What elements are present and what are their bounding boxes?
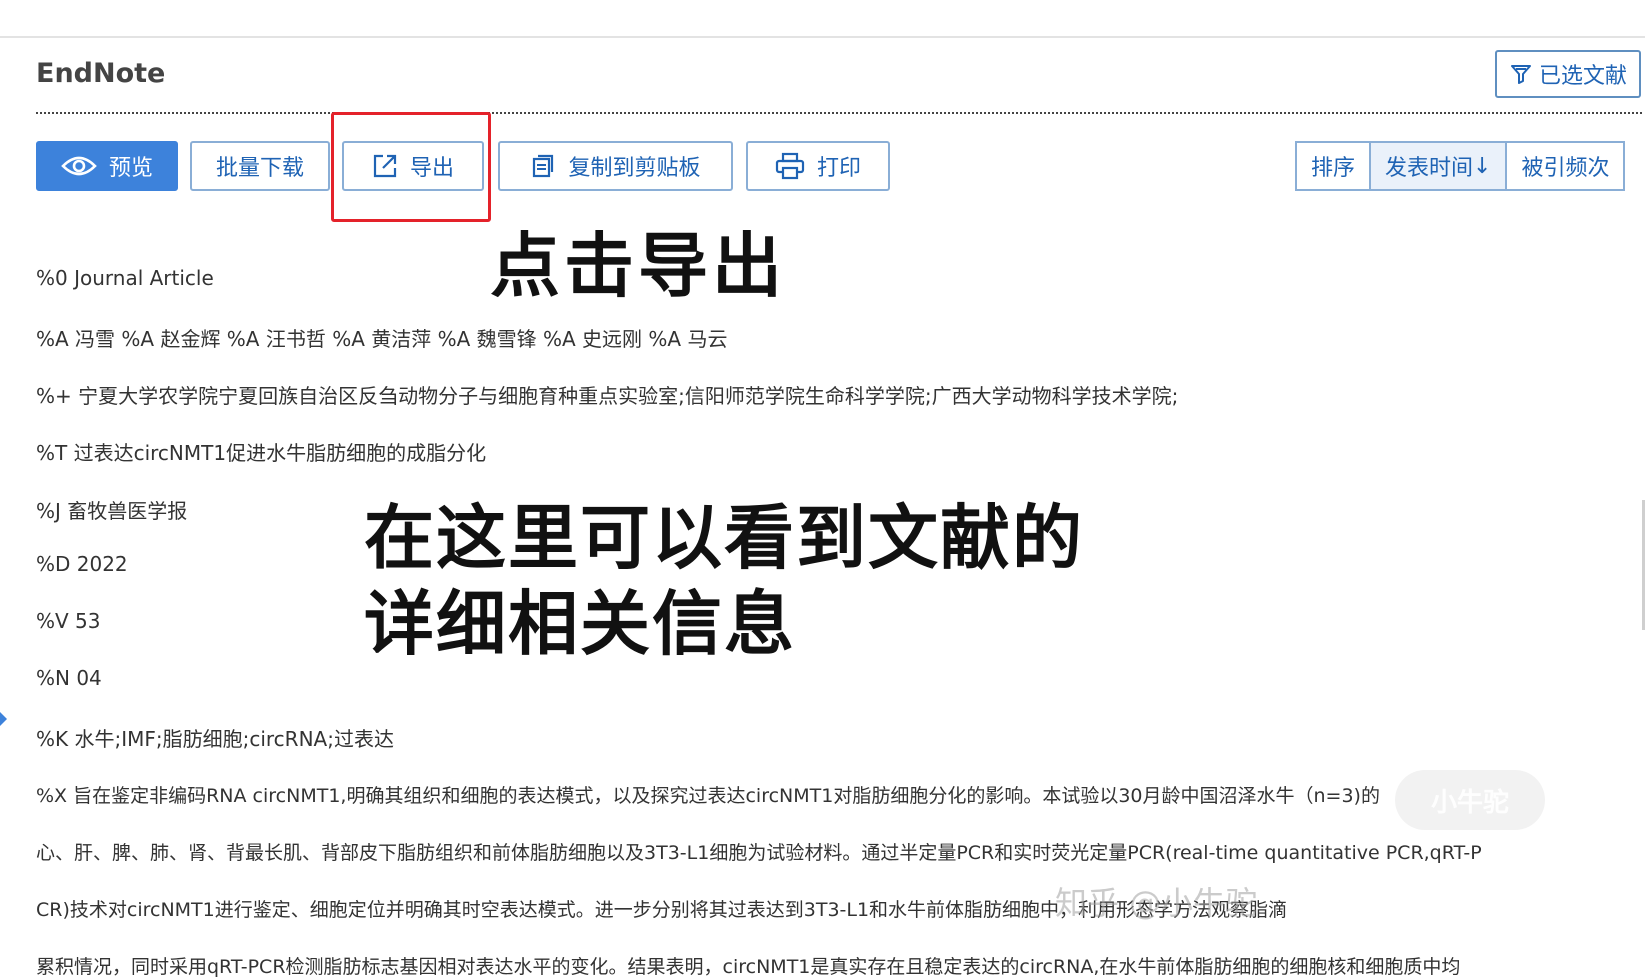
filter-icon (1509, 62, 1533, 86)
record-line: %D 2022 (36, 552, 128, 576)
selected-documents-label: 已选文献 (1538, 64, 1627, 89)
sort-publish-time-label: 发表时间 (1385, 156, 1474, 181)
preview-button[interactable]: 预览 (36, 141, 178, 191)
batch-download-label: 批量下载 (215, 156, 304, 181)
annotation-detail-info: 在这里可以看到文献的 详细相关信息 (364, 495, 1084, 667)
copy-to-clipboard-label: 复制到剪贴板 (568, 156, 701, 181)
sort-by-citations[interactable]: 被引频次 (1507, 141, 1626, 191)
record-line: %A 冯雪 %A 赵金辉 %A 汪书哲 %A 黄洁萍 %A 魏雪锋 %A 史远刚… (36, 327, 728, 351)
batch-download-button[interactable]: 批量下载 (190, 141, 330, 191)
watermark: 知乎 @小牛驼 (1055, 884, 1258, 922)
record-line: %N 04 (36, 666, 102, 690)
record-line: %X 旨在鉴定非编码RNA circNMT1,明确其组织和细胞的表达模式，以及探… (36, 785, 1380, 807)
record-line: %K 水牛;IMF;脂肪细胞;circRNA;过表达 (36, 727, 394, 751)
record-line: %J 畜牧兽医学报 (36, 499, 188, 523)
record-line: %0 Journal Article (36, 266, 214, 290)
print-button[interactable]: 打印 (746, 141, 890, 191)
left-collapse-arrow-icon[interactable] (0, 712, 7, 726)
selected-documents-button[interactable]: 已选文献 (1495, 50, 1641, 98)
record-line: %T 过表达circNMT1促进水牛脂肪细胞的成脂分化 (36, 441, 487, 465)
header-divider (36, 112, 1642, 114)
export-highlight-box (331, 112, 491, 222)
sort-bar: 排序 发表时间 ↓ 被引频次 (1295, 141, 1626, 191)
record-line: %+ 宁夏大学农学院宁夏回族自治区反刍动物分子与细胞育种重点实验室;信阳师范学院… (36, 384, 1179, 408)
annotation-detail-line-1: 在这里可以看到文献的 (364, 497, 1084, 579)
top-divider (0, 36, 1645, 38)
eye-icon (61, 155, 97, 177)
annotation-click-export: 点击导出 (490, 225, 786, 307)
print-label: 打印 (816, 156, 861, 181)
copy-to-clipboard-button[interactable]: 复制到剪贴板 (498, 141, 733, 191)
record-line: 心、肝、脾、肺、肾、背最长肌、背部皮下脂肪组织和前体脂肪细胞以及3T3-L1细胞… (36, 842, 1482, 864)
annotation-detail-line-2: 详细相关信息 (364, 583, 796, 665)
sort-label: 排序 (1295, 141, 1372, 191)
preview-label: 预览 (108, 156, 153, 181)
watermark-logo: 小牛驼 (1395, 770, 1545, 830)
sort-by-publish-time[interactable]: 发表时间 ↓ (1371, 141, 1508, 191)
printer-icon (775, 152, 805, 180)
sort-down-arrow-icon: ↓ (1473, 153, 1492, 179)
page-title: EndNote (36, 58, 166, 89)
clipboard-icon (530, 153, 556, 179)
record-line: %V 53 (36, 609, 101, 633)
record-line: 累积情况，同时采用qRT-PCR检测脂肪标志基因相对表达水平的变化。结果表明，c… (36, 956, 1461, 978)
